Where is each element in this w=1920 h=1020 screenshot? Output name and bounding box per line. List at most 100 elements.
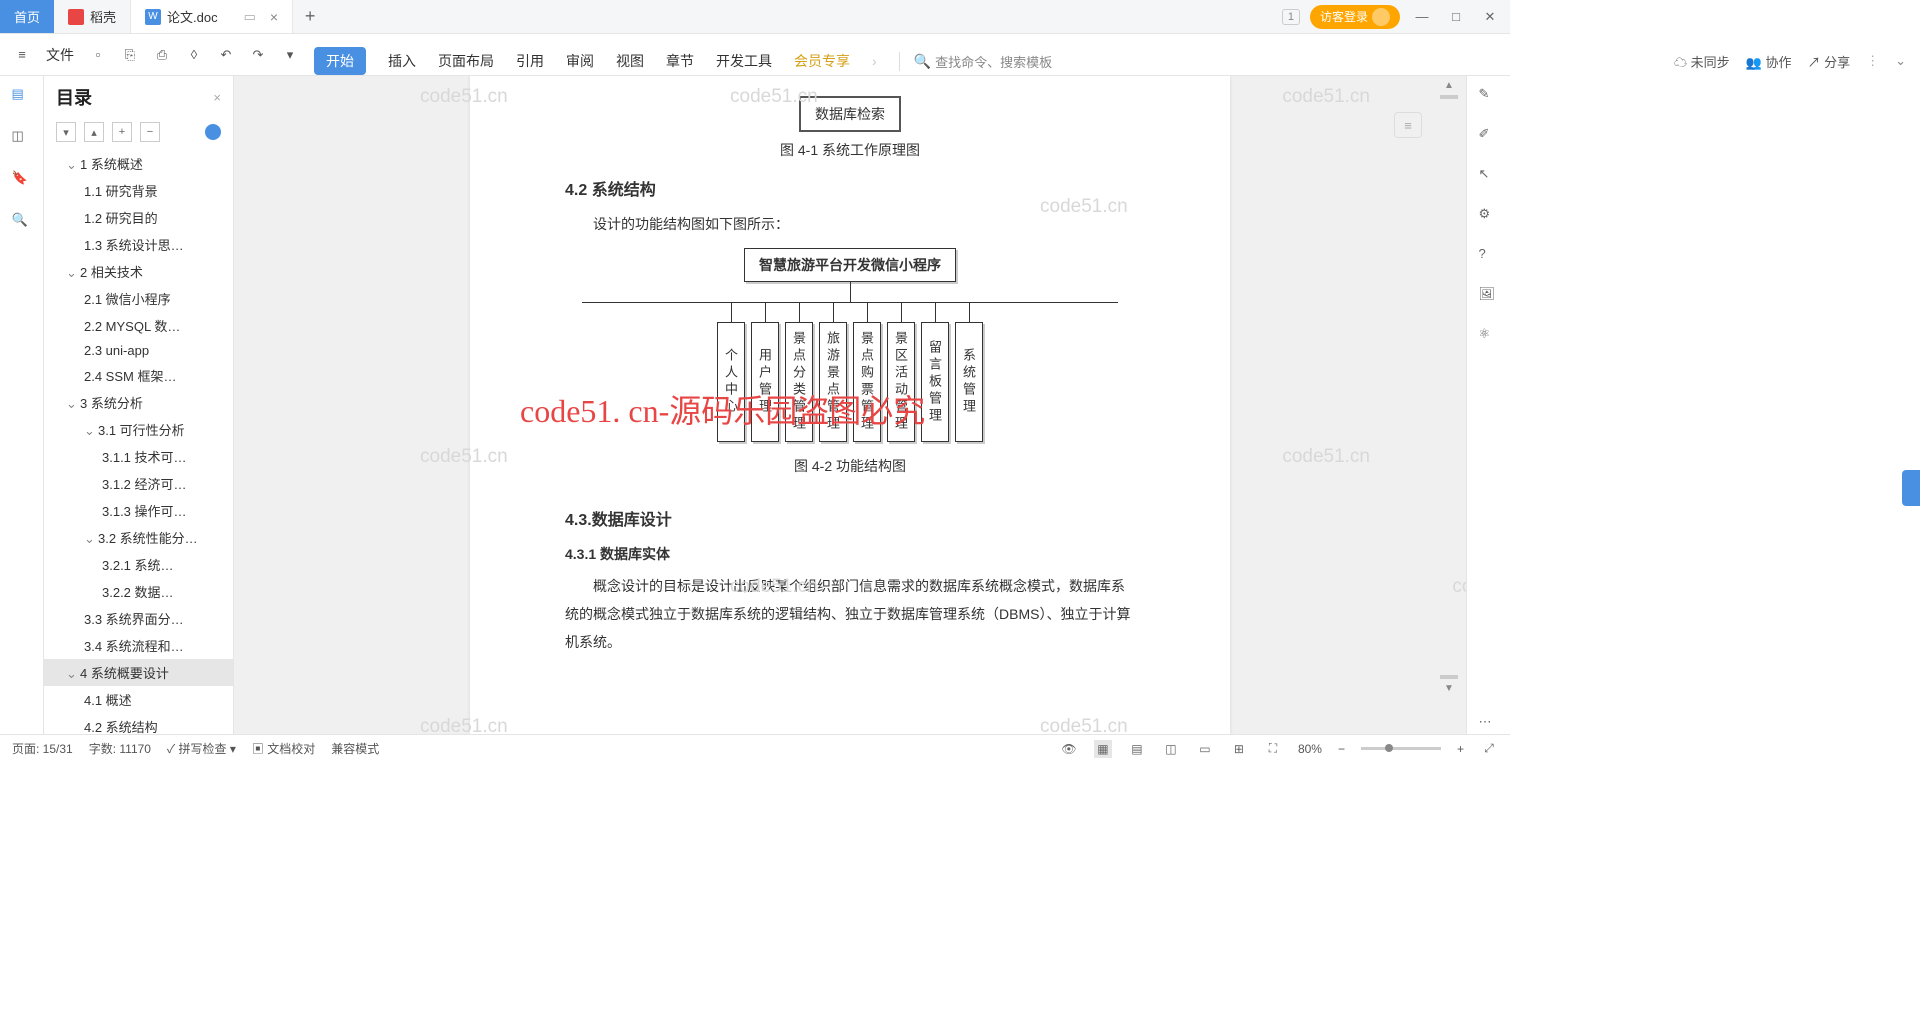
outline-item[interactable]: 3.3 系统界面分… (44, 605, 233, 632)
page-indicator[interactable]: 页面: 15/31 (12, 740, 73, 757)
proof[interactable]: ▣ 文档校对 (252, 740, 315, 757)
gear-icon[interactable]: ⚛ (1479, 326, 1499, 346)
undo-icon[interactable]: ↶ (214, 43, 238, 67)
cloud-sync[interactable]: ☁ 未同步 (1674, 52, 1730, 71)
view2-icon[interactable]: ▤ (1128, 740, 1146, 758)
panel-toggle-icon[interactable]: ≡ (1394, 112, 1422, 138)
outline-item[interactable]: 3.1.3 操作可… (44, 497, 233, 524)
outline-item[interactable]: 2.1 微信小程序 (44, 285, 233, 312)
outline-item[interactable]: 2.2 MYSQL 数… (44, 312, 233, 339)
ribbon-layout[interactable]: 页面布局 (438, 51, 494, 71)
edit-icon[interactable]: ✐ (1479, 126, 1499, 146)
view5-icon[interactable]: ⊞ (1230, 740, 1248, 758)
fit-icon[interactable]: ⛶ (1264, 740, 1282, 758)
find-icon[interactable]: 🔍 (12, 212, 32, 232)
dropdown-icon[interactable]: ▾ (278, 43, 302, 67)
eye-icon[interactable]: 👁 (1060, 740, 1078, 758)
document-area[interactable]: code51.cn code51.cn code51.cn code51.cn … (234, 76, 1466, 734)
chevron-right-icon[interactable]: › (872, 53, 877, 69)
zoom-out-icon[interactable]: − (1338, 742, 1345, 756)
add-tab-button[interactable]: + (293, 0, 327, 33)
add-icon[interactable]: + (112, 122, 132, 142)
zoom-in-icon[interactable]: + (1457, 742, 1464, 756)
ribbon-reference[interactable]: 引用 (516, 51, 544, 71)
ribbon-devtools[interactable]: 开发工具 (716, 51, 772, 71)
view1-icon[interactable]: ▦ (1094, 740, 1112, 758)
expand-all-icon[interactable]: ▴ (84, 122, 104, 142)
settings-icon[interactable]: ⚙ (1479, 206, 1499, 226)
print-icon[interactable]: ⎙ (150, 43, 174, 67)
outline-item[interactable]: 1.2 研究目的 (44, 204, 233, 231)
outline-item[interactable]: ⌄3.2 系统性能分… (44, 524, 233, 551)
style-icon[interactable]: ✎ (1479, 86, 1499, 106)
help-icon[interactable]: ? (1479, 246, 1499, 266)
collaborate[interactable]: 👥 协作 (1746, 52, 1792, 71)
ribbon-review[interactable]: 审阅 (566, 51, 594, 71)
ribbon-chapter[interactable]: 章节 (666, 51, 694, 71)
outline-item[interactable]: 2.4 SSM 框架… (44, 362, 233, 389)
login-button[interactable]: 访客登录 (1310, 5, 1400, 29)
tag-icon[interactable]: ◫ (12, 128, 32, 148)
save-icon[interactable]: ▫ (86, 43, 110, 67)
sync-badge-icon[interactable] (205, 124, 221, 140)
compat-mode[interactable]: 兼容模式 (331, 740, 379, 757)
close-panel-icon[interactable]: × (213, 90, 221, 105)
tab-document[interactable]: W 论文.doc ▭ × (131, 0, 293, 33)
side-tab[interactable] (1902, 470, 1920, 506)
share[interactable]: ↗ 分享 (1807, 52, 1850, 71)
badge-1-icon[interactable]: 1 (1282, 9, 1300, 25)
outline-item[interactable]: ⌄3.1 可行性分析 (44, 416, 233, 443)
close-window-icon[interactable]: ✕ (1478, 5, 1502, 29)
outline-item[interactable]: ⌄4 系统概要设计 (44, 659, 233, 686)
expand-icon[interactable]: ⤢ (1480, 740, 1498, 758)
screen-icon[interactable]: ▭ (244, 9, 256, 25)
outline-item[interactable]: ⌄2 相关技术 (44, 258, 233, 285)
outline-item[interactable]: 4.1 概述 (44, 686, 233, 713)
more-icon[interactable]: ⋯ (1479, 714, 1499, 734)
spell-check[interactable]: ✓ 拼写检查 ▾ (167, 740, 236, 757)
outline-item[interactable]: 1.3 系统设计思… (44, 231, 233, 258)
remove-icon[interactable]: − (140, 122, 160, 142)
redo-icon[interactable]: ↷ (246, 43, 270, 67)
scroll-top[interactable]: ▲ (1434, 80, 1464, 99)
ribbon-vip[interactable]: 会员专享 (794, 51, 850, 71)
word-count[interactable]: 字数: 11170 (89, 740, 151, 757)
file-menu[interactable]: 文件 (42, 45, 78, 65)
tab-home[interactable]: 首页 (0, 0, 54, 33)
search-input[interactable]: 🔍 查找命令、搜索模板 (899, 52, 1052, 71)
zoom-level[interactable]: 80% (1298, 742, 1322, 756)
menu-icon[interactable]: ≡ (10, 43, 34, 67)
ribbon-insert[interactable]: 插入 (388, 51, 416, 71)
outline-item[interactable]: 1.1 研究背景 (44, 177, 233, 204)
ribbon-start[interactable]: 开始 (314, 47, 366, 75)
ribbon-view[interactable]: 视图 (616, 51, 644, 71)
outline-item[interactable]: ⌄1 系统概述 (44, 150, 233, 177)
zoom-slider[interactable] (1361, 747, 1441, 750)
image-icon[interactable]: 🖼 (1479, 286, 1499, 306)
collapse-all-icon[interactable]: ▾ (56, 122, 76, 142)
cursor-icon[interactable]: ↖ (1479, 166, 1499, 186)
collapse-icon[interactable]: ⌄ (1895, 53, 1906, 69)
outline-item[interactable]: 2.3 uni-app (44, 339, 233, 362)
right-sidebar: ✎ ✐ ↖ ⚙ ? 🖼 ⚛ ⋯ (1466, 76, 1510, 734)
outline-icon[interactable]: ▤ (12, 86, 32, 106)
tab-daoke[interactable]: 稻壳 (54, 0, 131, 33)
scroll-bottom[interactable]: ▼ (1434, 675, 1464, 694)
bookmark-icon[interactable]: 🔖 (12, 170, 32, 190)
outline-item[interactable]: 3.1.2 经济可… (44, 470, 233, 497)
minimize-icon[interactable]: — (1410, 5, 1434, 29)
close-icon[interactable]: × (270, 9, 278, 25)
outline-list[interactable]: ⌄1 系统概述1.1 研究背景1.2 研究目的1.3 系统设计思…⌄2 相关技术… (44, 146, 233, 734)
view3-icon[interactable]: ◫ (1162, 740, 1180, 758)
more-icon[interactable]: ⋮ (1866, 53, 1879, 69)
view4-icon[interactable]: ▭ (1196, 740, 1214, 758)
saveas-icon[interactable]: ⎘ (118, 43, 142, 67)
outline-item[interactable]: 3.4 系统流程和… (44, 632, 233, 659)
outline-item[interactable]: 3.1.1 技术可… (44, 443, 233, 470)
outline-item[interactable]: 3.2.1 系统… (44, 551, 233, 578)
maximize-icon[interactable]: □ (1444, 5, 1468, 29)
outline-item[interactable]: ⌄3 系统分析 (44, 389, 233, 416)
preview-icon[interactable]: ◊ (182, 43, 206, 67)
outline-item[interactable]: 4.2 系统结构 (44, 713, 233, 734)
outline-item[interactable]: 3.2.2 数据… (44, 578, 233, 605)
